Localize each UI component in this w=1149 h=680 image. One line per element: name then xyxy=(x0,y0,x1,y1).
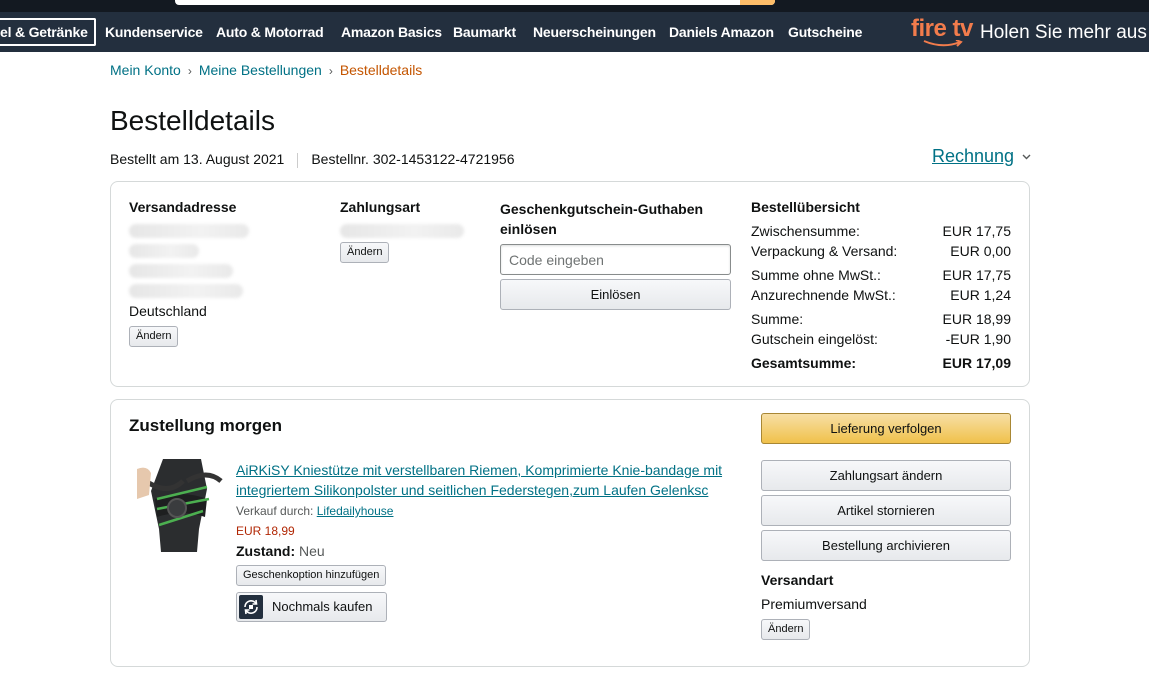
search-button-edge[interactable] xyxy=(740,0,775,5)
redeem-button[interactable]: Einlösen xyxy=(500,279,731,310)
summary-row: Anzurechnende MwSt.: EUR 1,24 xyxy=(751,287,1011,305)
firetv-logo[interactable]: fire tv xyxy=(911,16,973,50)
order-info-card: Versandadresse Deutschland Ändern Zahlun… xyxy=(110,181,1030,387)
search-bar-edge[interactable] xyxy=(175,0,775,5)
summary-label: Verpackung & Versand: xyxy=(751,243,898,259)
change-shipping-method-button[interactable]: Ändern xyxy=(761,619,811,640)
change-payment-button[interactable]: Ändern xyxy=(340,242,390,263)
invoice-dropdown[interactable]: Rechnung xyxy=(932,146,1031,167)
address-line-redacted xyxy=(129,284,243,298)
order-date: Bestellt am 13. August 2021 xyxy=(110,151,285,167)
seller-prefix: Verkauf durch: xyxy=(236,504,314,518)
firetv-logo-text: fire tv xyxy=(911,15,973,42)
address-line-redacted xyxy=(129,244,199,258)
nav-item-baumarkt[interactable]: Baumarkt xyxy=(453,12,516,52)
nav-item-customer-service[interactable]: Kundenservice xyxy=(105,12,203,52)
meta-divider xyxy=(297,152,299,168)
order-summary-heading: Bestellübersicht xyxy=(751,199,860,215)
delivery-status-heading: Zustellung morgen xyxy=(129,416,282,435)
summary-value: EUR 17,75 xyxy=(942,267,1011,283)
nav-item-new-releases[interactable]: Neuerscheinungen xyxy=(533,12,656,52)
product-image[interactable] xyxy=(137,459,226,552)
cancel-items-button[interactable]: Artikel stornieren xyxy=(761,495,1011,526)
summary-value: -EUR 1,90 xyxy=(945,331,1011,347)
address-country: Deutschland xyxy=(129,303,207,319)
condition-line: Zustand: Neu xyxy=(236,543,325,559)
change-address-button[interactable]: Ändern xyxy=(129,326,179,347)
breadcrumb-separator: › xyxy=(187,64,192,78)
change-payment-method-button[interactable]: Zahlungsart ändern xyxy=(761,460,1011,491)
buy-again-label: Nochmals kaufen xyxy=(272,599,373,614)
summary-label: Summe: xyxy=(751,311,804,327)
shipping-address-heading: Versandadresse xyxy=(129,199,237,215)
summary-value: EUR 0,00 xyxy=(950,243,1011,259)
summary-row: Gutschein eingelöst: -EUR 1,90 xyxy=(751,331,1011,349)
summary-label: Zwischensumme: xyxy=(751,223,860,239)
product-title-link[interactable]: AiRKiSY Kniestütze mit verstellbaren Rie… xyxy=(236,460,746,500)
breadcrumb-my-account[interactable]: Mein Konto xyxy=(110,62,181,78)
summary-total-value: EUR 17,09 xyxy=(942,355,1011,371)
summary-row: Summe: EUR 18,99 xyxy=(751,311,1011,329)
buy-again-icon xyxy=(239,595,263,619)
track-package-button[interactable]: Lieferung verfolgen xyxy=(761,413,1011,444)
item-price: EUR 18,99 xyxy=(236,524,295,538)
giftcard-code-input[interactable] xyxy=(500,244,731,275)
nav-item-auto-motorrad[interactable]: Auto & Motorrad xyxy=(216,12,324,52)
smile-arrow-icon xyxy=(923,40,963,47)
condition-label: Zustand: xyxy=(236,543,296,559)
order-meta: Bestellt am 13. August 2021 Bestellnr. 30… xyxy=(110,151,515,168)
order-number: Bestellnr. 302-1453122-4721956 xyxy=(311,151,515,167)
summary-row: Summe ohne MwSt.: EUR 17,75 xyxy=(751,267,1011,285)
seller-line: Verkauf durch: Lifedailyhouse xyxy=(236,504,393,518)
archive-order-button[interactable]: Bestellung archivieren xyxy=(761,530,1011,561)
summary-label: Summe ohne MwSt.: xyxy=(751,267,881,283)
breadcrumb: Mein Konto › Meine Bestellungen › Bestelldet… xyxy=(110,62,422,78)
summary-total-label: Gesamtsumme: xyxy=(751,355,857,371)
summary-label: Gutschein eingelöst: xyxy=(751,331,878,347)
summary-value: EUR 17,75 xyxy=(942,223,1011,239)
breadcrumb-my-orders[interactable]: Meine Bestellungen xyxy=(199,62,322,78)
payment-method-redacted xyxy=(340,224,464,238)
summary-value: EUR 1,24 xyxy=(950,287,1011,303)
add-gift-option-button[interactable]: Geschenkoption hinzufügen xyxy=(236,565,387,586)
nav-item-daniels-amazon[interactable]: Daniels Amazon xyxy=(669,12,774,52)
invoice-label: Rechnung xyxy=(932,146,1015,166)
giftcard-heading: Geschenkgutschein-Guthaben einlösen xyxy=(500,201,704,237)
summary-value: EUR 18,99 xyxy=(942,311,1011,327)
shipping-method-heading: Versandart xyxy=(761,572,834,588)
nav-item-amazon-basics[interactable]: Amazon Basics xyxy=(341,12,442,52)
address-line-redacted xyxy=(129,264,233,278)
address-line-redacted xyxy=(129,224,249,238)
promo-banner-text[interactable]: Holen Sie mehr aus xyxy=(980,12,1147,52)
summary-row: Zwischensumme: EUR 17,75 xyxy=(751,223,1011,241)
breadcrumb-current: Bestelldetails xyxy=(339,62,423,78)
nav-item-food-drinks[interactable]: el & Getränke xyxy=(0,18,96,46)
shipping-method-value: Premiumversand xyxy=(761,596,867,612)
condition-value: Neu xyxy=(299,543,325,559)
summary-total-row: Gesamtsumme: EUR 17,09 xyxy=(751,355,1011,373)
nav-item-vouchers[interactable]: Gutscheine xyxy=(788,12,862,52)
chevron-down-icon xyxy=(1022,154,1031,160)
summary-row: Verpackung & Versand: EUR 0,00 xyxy=(751,243,1011,261)
summary-label: Anzurechnende MwSt.: xyxy=(751,287,896,303)
nav-bar: el & Getränke Kundenservice Auto & Motor… xyxy=(0,12,1149,52)
breadcrumb-separator: › xyxy=(328,64,333,78)
buy-again-button[interactable]: Nochmals kaufen xyxy=(236,592,387,622)
shipment-card: Zustellung morgen AiRKiSY Kniestütze mit… xyxy=(110,399,1030,667)
payment-method-heading: Zahlungsart xyxy=(340,199,421,215)
seller-link[interactable]: Lifedailyhouse xyxy=(317,504,394,518)
page-title: Bestelldetails xyxy=(110,105,275,136)
